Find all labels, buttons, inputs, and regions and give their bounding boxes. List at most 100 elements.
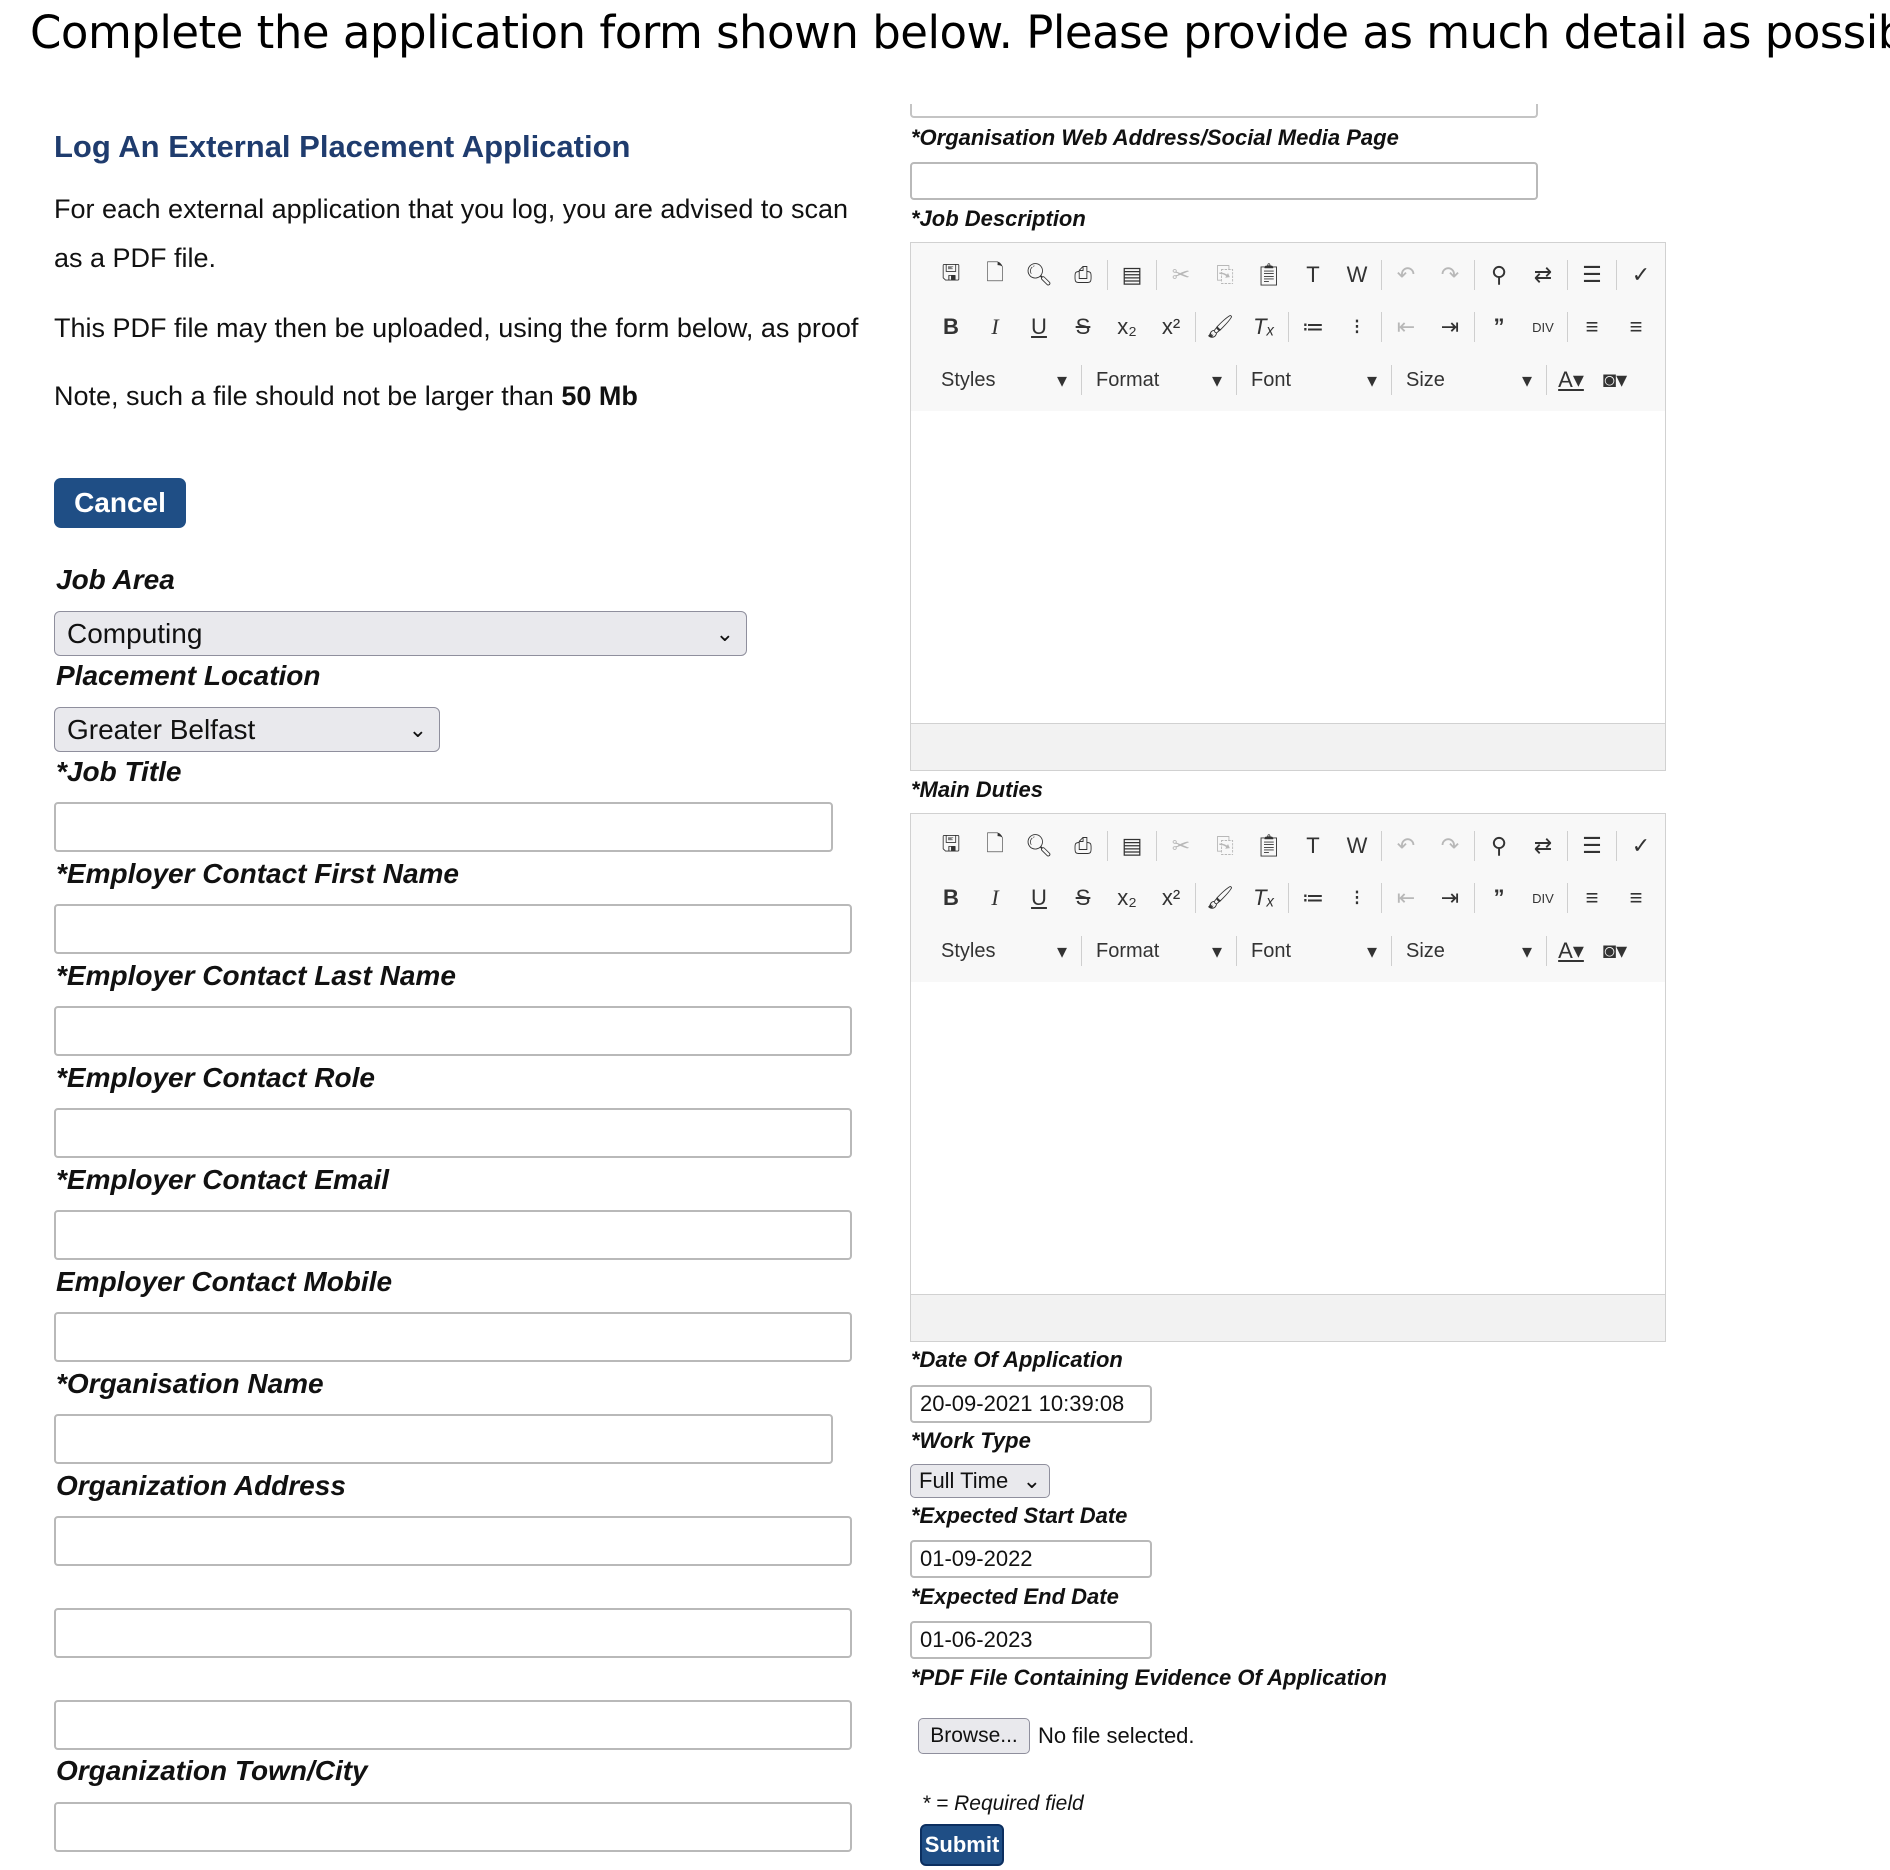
- font-combo[interactable]: Font ▾: [1239, 933, 1389, 969]
- format-combo[interactable]: Format ▾: [1084, 933, 1234, 969]
- copy-icon[interactable]: ⎘: [1203, 255, 1247, 295]
- print-icon[interactable]: ⎙: [1061, 255, 1105, 295]
- date-of-application-input[interactable]: [910, 1385, 1152, 1423]
- organisation-web-input[interactable]: [910, 162, 1538, 200]
- redo-icon[interactable]: ↷: [1428, 826, 1472, 866]
- align-center-icon[interactable]: ≡: [1614, 878, 1658, 918]
- placement-location-select[interactable]: Greater Belfast ⌄: [54, 707, 440, 752]
- job-description-editor[interactable]: 🖫 🗋 🔍︎ ⎙ ▤ ✂ ⎘ 📋︎ T W ↶ ↷ ⚲ ⇄ ☰ ✓ B I U …: [910, 242, 1666, 771]
- spellcheck-icon[interactable]: ✓: [1619, 255, 1663, 295]
- indent-icon[interactable]: ⇥: [1428, 878, 1472, 918]
- organization-address-line3-input[interactable]: [54, 1700, 852, 1750]
- paste-text-icon[interactable]: T: [1291, 255, 1335, 295]
- blockquote-icon[interactable]: ”: [1477, 307, 1521, 347]
- remove-format-icon[interactable]: Tₓ: [1242, 878, 1286, 918]
- main-duties-editor[interactable]: 🖫 🗋 🔍︎ ⎙ ▤ ✂ ⎘ 📋︎ T W ↶ ↷ ⚲ ⇄ ☰ ✓ B I U …: [910, 813, 1666, 1342]
- italic-icon[interactable]: I: [973, 307, 1017, 347]
- contact-last-name-input[interactable]: [54, 1006, 852, 1056]
- superscript-icon[interactable]: x²: [1149, 307, 1193, 347]
- cut-icon[interactable]: ✂: [1159, 826, 1203, 866]
- paste-word-icon[interactable]: W: [1335, 826, 1379, 866]
- text-color-icon[interactable]: A▾: [1549, 931, 1593, 971]
- bulleted-list-icon[interactable]: ⁝: [1335, 307, 1379, 347]
- copy-format-icon[interactable]: 🖌︎: [1198, 878, 1242, 918]
- paste-icon[interactable]: 📋︎: [1247, 255, 1291, 295]
- organization-address-line1-input[interactable]: [54, 1516, 852, 1566]
- bold-icon[interactable]: B: [929, 307, 973, 347]
- strikethrough-icon[interactable]: S: [1061, 878, 1105, 918]
- indent-icon[interactable]: ⇥: [1428, 307, 1472, 347]
- styles-combo[interactable]: Styles ▾: [929, 933, 1079, 969]
- paste-text-icon[interactable]: T: [1291, 826, 1335, 866]
- contact-email-input[interactable]: [54, 1210, 852, 1260]
- strikethrough-icon[interactable]: S: [1061, 307, 1105, 347]
- save-icon[interactable]: 🖫: [929, 255, 973, 295]
- preview-icon[interactable]: 🔍︎: [1017, 826, 1061, 866]
- templates-icon[interactable]: ▤: [1110, 826, 1154, 866]
- find-icon[interactable]: ⚲: [1477, 826, 1521, 866]
- align-left-icon[interactable]: ≡: [1570, 307, 1614, 347]
- numbered-list-icon[interactable]: ≔: [1291, 878, 1335, 918]
- underline-icon[interactable]: U: [1017, 307, 1061, 347]
- submit-button[interactable]: Submit: [920, 1824, 1004, 1866]
- new-page-icon[interactable]: 🗋: [973, 255, 1017, 295]
- select-all-icon[interactable]: ☰: [1570, 255, 1614, 295]
- outdent-icon[interactable]: ⇤: [1384, 307, 1428, 347]
- redo-icon[interactable]: ↷: [1428, 255, 1472, 295]
- expected-end-input[interactable]: [910, 1621, 1152, 1659]
- cut-icon[interactable]: ✂: [1159, 255, 1203, 295]
- spellcheck-icon[interactable]: ✓: [1619, 826, 1663, 866]
- contact-role-input[interactable]: [54, 1108, 852, 1158]
- browse-button[interactable]: Browse...: [918, 1718, 1030, 1754]
- organisation-name-input[interactable]: [54, 1414, 833, 1464]
- bold-icon[interactable]: B: [929, 878, 973, 918]
- numbered-list-icon[interactable]: ≔: [1291, 307, 1335, 347]
- subscript-icon[interactable]: x₂: [1105, 307, 1149, 347]
- paste-icon[interactable]: 📋︎: [1247, 826, 1291, 866]
- align-center-icon[interactable]: ≡: [1614, 307, 1658, 347]
- remove-format-icon[interactable]: Tₓ: [1242, 307, 1286, 347]
- align-left-icon[interactable]: ≡: [1570, 878, 1614, 918]
- underline-icon[interactable]: U: [1017, 878, 1061, 918]
- print-icon[interactable]: ⎙: [1061, 826, 1105, 866]
- contact-mobile-input[interactable]: [54, 1312, 852, 1362]
- styles-combo[interactable]: Styles ▾: [929, 362, 1079, 398]
- superscript-icon[interactable]: x²: [1149, 878, 1193, 918]
- contact-first-name-input[interactable]: [54, 904, 852, 954]
- format-combo[interactable]: Format ▾: [1084, 362, 1234, 398]
- new-page-icon[interactable]: 🗋: [973, 826, 1017, 866]
- replace-icon[interactable]: ⇄: [1521, 255, 1565, 295]
- preview-icon[interactable]: 🔍︎: [1017, 255, 1061, 295]
- background-color-icon[interactable]: ◙▾: [1593, 360, 1637, 400]
- job-area-select[interactable]: Computing ⌄: [54, 611, 747, 656]
- undo-icon[interactable]: ↶: [1384, 255, 1428, 295]
- organization-address-line2-input[interactable]: [54, 1608, 852, 1658]
- blockquote-icon[interactable]: ”: [1477, 878, 1521, 918]
- italic-icon[interactable]: I: [973, 878, 1017, 918]
- copy-format-icon[interactable]: 🖌︎: [1198, 307, 1242, 347]
- undo-icon[interactable]: ↶: [1384, 826, 1428, 866]
- size-combo[interactable]: Size ▾: [1394, 933, 1544, 969]
- main-duties-content[interactable]: [911, 982, 1665, 1295]
- job-title-input[interactable]: [54, 802, 833, 852]
- size-combo[interactable]: Size ▾: [1394, 362, 1544, 398]
- bulleted-list-icon[interactable]: ⁝: [1335, 878, 1379, 918]
- templates-icon[interactable]: ▤: [1110, 255, 1154, 295]
- replace-icon[interactable]: ⇄: [1521, 826, 1565, 866]
- save-icon[interactable]: 🖫: [929, 826, 973, 866]
- font-combo[interactable]: Font ▾: [1239, 362, 1389, 398]
- find-icon[interactable]: ⚲: [1477, 255, 1521, 295]
- paste-word-icon[interactable]: W: [1335, 255, 1379, 295]
- select-all-icon[interactable]: ☰: [1570, 826, 1614, 866]
- work-type-select[interactable]: Full Time ⌄: [910, 1464, 1050, 1498]
- organization-town-input[interactable]: [54, 1802, 852, 1852]
- div-container-icon[interactable]: DIV: [1521, 307, 1565, 347]
- subscript-icon[interactable]: x₂: [1105, 878, 1149, 918]
- cancel-button[interactable]: Cancel: [54, 478, 186, 528]
- background-color-icon[interactable]: ◙▾: [1593, 931, 1637, 971]
- expected-start-input[interactable]: [910, 1540, 1152, 1578]
- text-color-icon[interactable]: A▾: [1549, 360, 1593, 400]
- job-description-content[interactable]: [911, 411, 1665, 724]
- outdent-icon[interactable]: ⇤: [1384, 878, 1428, 918]
- div-container-icon[interactable]: DIV: [1521, 878, 1565, 918]
